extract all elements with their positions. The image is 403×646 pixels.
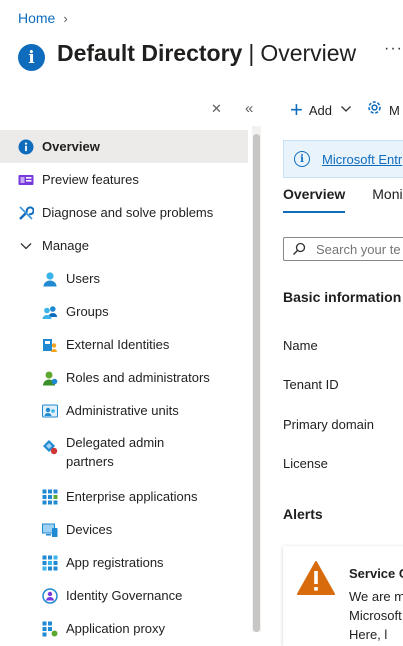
- alert-body-line: Microsoft: [349, 608, 402, 623]
- banner-link[interactable]: Microsoft Entr: [322, 152, 402, 167]
- sidebar-item-label: Administrative units: [66, 403, 179, 418]
- sidebar-item-application-proxy[interactable]: Application proxy: [0, 612, 248, 645]
- directory-info-icon: i: [18, 44, 45, 71]
- tools-icon: [18, 205, 34, 221]
- page-header: i Default Directory | Overview: [18, 36, 356, 71]
- sidebar-item-label: Roles and administrators: [66, 370, 210, 385]
- sidebar-item-label: Preview features: [42, 172, 139, 187]
- sidebar-item-delegated-admin[interactable]: Delegated admin partners: [0, 427, 248, 480]
- prop-name-label: Name: [283, 338, 318, 353]
- search-input[interactable]: [316, 241, 403, 257]
- external-identities-icon: [42, 337, 58, 353]
- warning-icon: [297, 560, 335, 601]
- breadcrumb: Home ›: [18, 10, 68, 26]
- alert-body-line: Here, l: [349, 627, 388, 642]
- sidebar-group-manage[interactable]: Manage: [0, 229, 248, 262]
- sidebar-item-users[interactable]: Users: [0, 262, 248, 295]
- sidebar-item-app-registrations[interactable]: App registrations: [0, 546, 248, 579]
- basic-info-heading: Basic information: [283, 289, 402, 305]
- close-search-icon[interactable]: ✕: [211, 101, 222, 117]
- alert-body: We are m Microsoft Here, l: [349, 587, 403, 644]
- sidebar-item-label: Enterprise applications: [66, 489, 198, 504]
- preview-features-icon: [18, 172, 34, 188]
- user-icon: [42, 271, 58, 287]
- command-bar: + Add M: [290, 99, 400, 121]
- chevron-down-icon: [18, 238, 34, 254]
- sidebar-item-external-identities[interactable]: External Identities: [0, 328, 248, 361]
- sidebar-item-overview[interactable]: Overview: [0, 130, 248, 163]
- sidebar-item-label: Diagnose and solve problems: [42, 205, 214, 220]
- prop-license-label: License: [283, 456, 328, 471]
- info-banner: i Microsoft Entr: [283, 140, 403, 178]
- sidebar-item-label: External Identities: [66, 337, 170, 352]
- sidebar-item-enterprise-applications[interactable]: Enterprise applications: [0, 480, 248, 513]
- tab-monitoring[interactable]: Moni: [372, 186, 402, 213]
- sidebar-item-groups[interactable]: Groups: [0, 295, 248, 328]
- sidebar-item-identity-governance[interactable]: Identity Governance: [0, 579, 248, 612]
- sidebar-item-label: Identity Governance: [66, 588, 183, 603]
- sidebar-item-label: Overview: [42, 139, 100, 154]
- page-title-sub: Overview: [260, 40, 357, 66]
- breadcrumb-home-link[interactable]: Home: [18, 10, 55, 26]
- groups-icon: [42, 304, 58, 320]
- collapse-sidebar-icon[interactable]: «: [245, 100, 253, 117]
- sidebar-item-label: Application proxy: [66, 621, 165, 636]
- sidebar-item-diagnose[interactable]: Diagnose and solve problems: [0, 196, 248, 229]
- page-title-main: Default Directory: [57, 40, 243, 66]
- title-separator: |: [248, 40, 255, 66]
- manage-button[interactable]: M: [389, 103, 400, 118]
- roles-icon: [42, 370, 58, 386]
- devices-icon: [42, 522, 58, 538]
- app-registrations-icon: [42, 555, 58, 571]
- alert-title: Service C: [349, 566, 403, 581]
- sidebar-scrollbar-thumb[interactable]: [253, 134, 260, 632]
- sidebar-item-label-line2: partners: [66, 454, 114, 469]
- application-proxy-icon: [42, 621, 58, 637]
- identity-governance-icon: [42, 587, 58, 604]
- add-button[interactable]: Add: [309, 103, 332, 118]
- alerts-heading: Alerts: [283, 506, 323, 522]
- info-icon: [18, 139, 34, 155]
- sidebar-item-devices[interactable]: Devices: [0, 513, 248, 546]
- more-options-button[interactable]: ···: [384, 40, 403, 58]
- sidebar-item-administrative-units[interactable]: Administrative units: [0, 394, 248, 427]
- admin-units-icon: [42, 403, 58, 419]
- sidebar-item-label: App registrations: [66, 555, 164, 570]
- plus-icon: +: [290, 97, 303, 122]
- sidebar: Overview Preview features Diagnose and s…: [0, 130, 248, 645]
- sidebar-item-roles[interactable]: Roles and administrators: [0, 361, 248, 394]
- sidebar-item-preview-features[interactable]: Preview features: [0, 163, 248, 196]
- tenant-search-box: [283, 237, 403, 261]
- sidebar-item-label: Groups: [66, 304, 109, 319]
- gear-icon[interactable]: [366, 99, 383, 121]
- tab-overview[interactable]: Overview: [283, 186, 346, 213]
- chevron-down-icon[interactable]: [340, 103, 352, 118]
- chevron-right-icon: ›: [63, 10, 68, 26]
- sidebar-item-label: Devices: [66, 522, 113, 537]
- sidebar-item-label: Users: [66, 271, 100, 286]
- prop-primary-domain-label: Primary domain: [283, 417, 375, 432]
- enterprise-apps-icon: [42, 489, 58, 505]
- tab-bar: Overview Moni: [283, 186, 403, 213]
- page-title: Default Directory | Overview: [57, 40, 356, 67]
- delegated-admin-icon: [42, 439, 58, 455]
- search-icon: [292, 242, 306, 256]
- alert-body-line: We are m: [349, 589, 403, 604]
- info-icon: i: [294, 151, 310, 167]
- sidebar-item-label: Manage: [42, 238, 89, 253]
- alert-card[interactable]: Service C We are m Microsoft Here, l: [283, 546, 403, 646]
- sidebar-item-label: Delegated admin: [66, 435, 165, 450]
- prop-tenant-id-label: Tenant ID: [283, 377, 339, 392]
